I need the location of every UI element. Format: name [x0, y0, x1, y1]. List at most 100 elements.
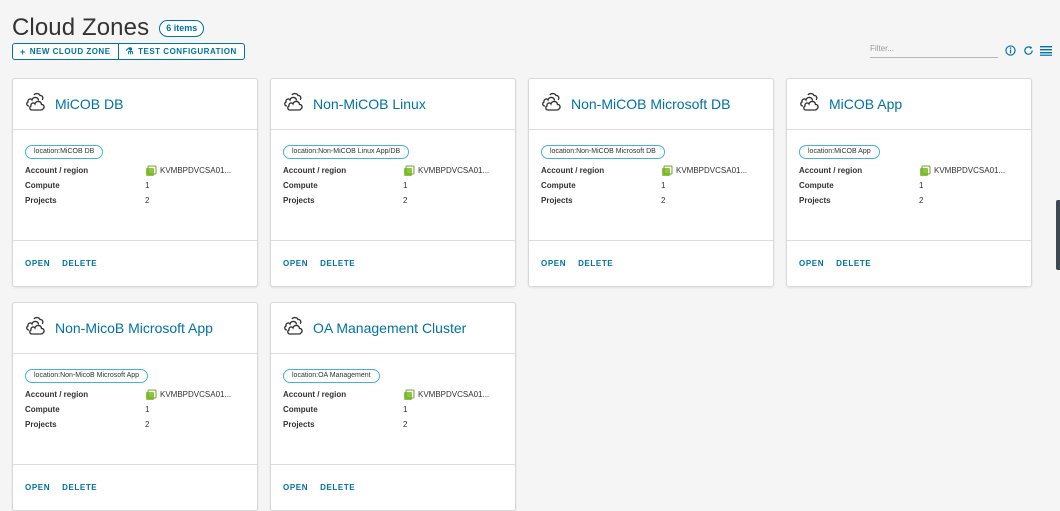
account-name[interactable]: KVMBPDVCSA01...: [676, 166, 747, 175]
account-name[interactable]: KVMBPDVCSA01...: [418, 166, 489, 175]
card-actions: OPEN DELETE: [271, 240, 515, 286]
delete-link[interactable]: DELETE: [836, 259, 871, 268]
card-body: location:Non-MiCOB Microsoft DB Account …: [529, 130, 773, 250]
delete-link[interactable]: DELETE: [320, 259, 355, 268]
compute-row: Compute 1: [283, 404, 503, 415]
cloud-zone-card: OA Management Cluster location:OA Manage…: [270, 302, 516, 511]
info-icon[interactable]: [1004, 44, 1016, 56]
card-header: Non-MiCOB Linux: [271, 79, 515, 130]
compute-value: 1: [145, 405, 150, 414]
delete-link[interactable]: DELETE: [62, 483, 97, 492]
open-link[interactable]: OPEN: [283, 483, 308, 492]
test-configuration-label: TEST CONFIGURATION: [138, 47, 237, 56]
delete-link[interactable]: DELETE: [320, 483, 355, 492]
account-region-row: Account / region KVMBPDVCSA01...: [25, 165, 245, 176]
filter-input[interactable]: [870, 44, 994, 53]
compute-row: Compute 1: [283, 180, 503, 191]
vsphere-account-icon: [403, 165, 415, 177]
vsphere-account-icon: [145, 165, 157, 177]
list-view-icon[interactable]: [1040, 44, 1052, 56]
cloud-zone-icon: [283, 92, 305, 117]
card-actions: OPEN DELETE: [787, 240, 1031, 286]
compute-value: 1: [661, 181, 666, 190]
projects-value: 2: [403, 196, 408, 205]
projects-value: 2: [145, 196, 150, 205]
refresh-icon[interactable]: [1022, 44, 1034, 56]
compute-value: 1: [403, 181, 408, 190]
account-name[interactable]: KVMBPDVCSA01...: [160, 390, 231, 399]
open-link[interactable]: OPEN: [541, 259, 566, 268]
cloud-zone-card: Non-MiCOB Microsoft DB location:Non-MiCO…: [528, 78, 774, 287]
open-link[interactable]: OPEN: [799, 259, 824, 268]
compute-row: Compute 1: [799, 180, 1019, 191]
compute-label: Compute: [25, 405, 60, 414]
projects-row: Projects 2: [799, 195, 1019, 206]
page-header: Cloud Zones 6 items: [12, 14, 205, 42]
new-cloud-zone-button[interactable]: + NEW CLOUD ZONE: [13, 44, 118, 59]
account-name[interactable]: KVMBPDVCSA01...: [418, 390, 489, 399]
card-header: Non-MicoB Microsoft App: [13, 303, 257, 354]
compute-value: 1: [919, 181, 924, 190]
compute-label: Compute: [283, 405, 318, 414]
account-region-row: Account / region KVMBPDVCSA01...: [541, 165, 761, 176]
card-header: Non-MiCOB Microsoft DB: [529, 79, 773, 130]
projects-label: Projects: [541, 196, 573, 205]
vsphere-account-icon: [403, 389, 415, 401]
card-title[interactable]: MiCOB App: [829, 96, 902, 112]
account-name[interactable]: KVMBPDVCSA01...: [160, 166, 231, 175]
location-tag: location:Non-MiCOB Microsoft DB: [541, 145, 665, 159]
account-region-label: Account / region: [25, 390, 89, 399]
account-region-row: Account / region KVMBPDVCSA01...: [799, 165, 1019, 176]
compute-label: Compute: [799, 181, 834, 190]
cloud-zone-card: MiCOB DB location:MiCOB DB Account / reg…: [12, 78, 258, 287]
delete-link[interactable]: DELETE: [62, 259, 97, 268]
account-region-value: KVMBPDVCSA01...: [145, 389, 231, 401]
card-title[interactable]: Non-MiCOB Microsoft DB: [571, 96, 730, 112]
projects-row: Projects 2: [283, 195, 503, 206]
card-body: location:MiCOB App Account / region KVMB…: [787, 130, 1031, 250]
vsphere-account-icon: [661, 165, 673, 177]
card-header: MiCOB DB: [13, 79, 257, 130]
compute-label: Compute: [541, 181, 576, 190]
open-link[interactable]: OPEN: [283, 259, 308, 268]
item-count-badge: 6 items: [159, 19, 205, 37]
card-title[interactable]: OA Management Cluster: [313, 320, 466, 336]
open-link[interactable]: OPEN: [25, 259, 50, 268]
account-region-label: Account / region: [25, 166, 89, 175]
card-actions: OPEN DELETE: [13, 240, 257, 286]
test-configuration-button[interactable]: ⚗ TEST CONFIGURATION: [117, 44, 244, 59]
cloud-zone-card: Non-MiCOB Linux location:Non-MiCOB Linux…: [270, 78, 516, 287]
projects-value: 2: [919, 196, 924, 205]
projects-row: Projects 2: [25, 195, 245, 206]
open-link[interactable]: OPEN: [25, 483, 50, 492]
card-body: location:Non-MicoB Microsoft App Account…: [13, 354, 257, 474]
view-toolbar: [1004, 44, 1052, 56]
card-actions: OPEN DELETE: [271, 464, 515, 510]
account-name[interactable]: KVMBPDVCSA01...: [934, 166, 1005, 175]
card-title[interactable]: Non-MiCOB Linux: [313, 96, 426, 112]
card-header: MiCOB App: [787, 79, 1031, 130]
account-region-value: KVMBPDVCSA01...: [919, 165, 1005, 177]
card-title[interactable]: Non-MicoB Microsoft App: [55, 320, 213, 336]
projects-value: 2: [145, 420, 150, 429]
projects-row: Projects 2: [541, 195, 761, 206]
plus-icon: +: [20, 46, 26, 57]
compute-label: Compute: [283, 181, 318, 190]
cloud-zone-card: MiCOB App location:MiCOB App Account / r…: [786, 78, 1032, 287]
card-body: location:MiCOB DB Account / region KVMBP…: [13, 130, 257, 250]
account-region-label: Account / region: [541, 166, 605, 175]
card-title[interactable]: MiCOB DB: [55, 96, 123, 112]
delete-link[interactable]: DELETE: [578, 259, 613, 268]
compute-value: 1: [145, 181, 150, 190]
projects-label: Projects: [799, 196, 831, 205]
side-panel-handle[interactable]: [1056, 200, 1060, 270]
projects-row: Projects 2: [283, 419, 503, 430]
account-region-value: KVMBPDVCSA01...: [145, 165, 231, 177]
compute-label: Compute: [25, 181, 60, 190]
compute-row: Compute 1: [541, 180, 761, 191]
card-body: location:Non-MiCOB Linux App/DB Account …: [271, 130, 515, 250]
projects-label: Projects: [283, 420, 315, 429]
location-tag: location:Non-MiCOB Linux App/DB: [283, 145, 410, 159]
flask-icon: ⚗: [125, 46, 135, 56]
vsphere-account-icon: [145, 389, 157, 401]
